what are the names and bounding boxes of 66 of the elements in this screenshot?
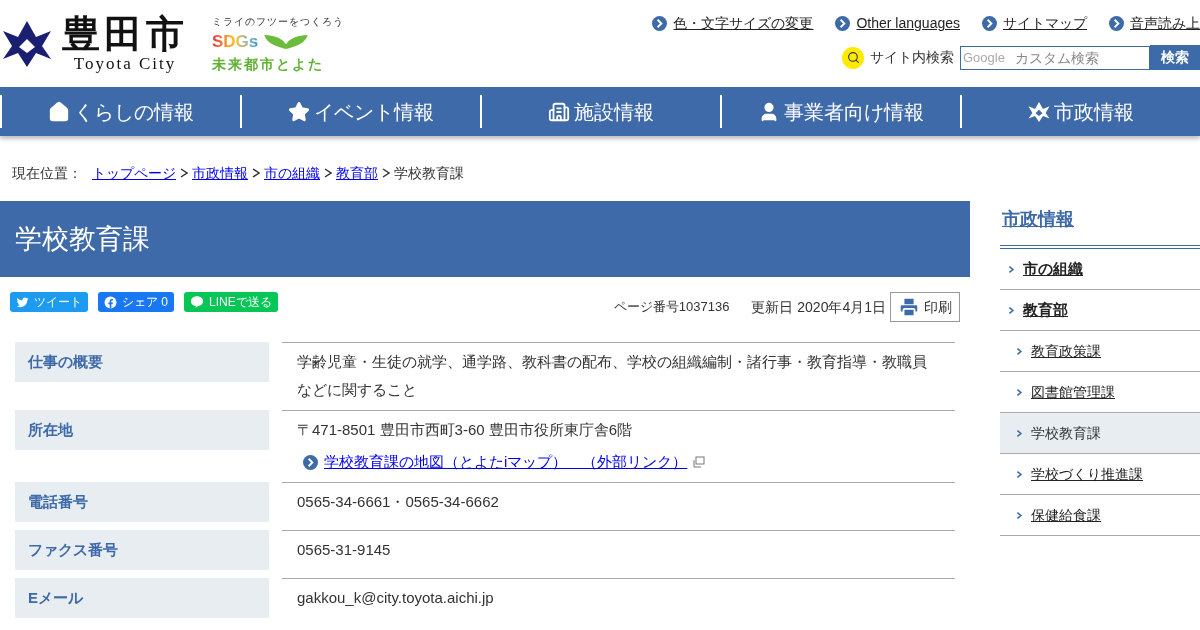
external-window-icon xyxy=(693,456,706,468)
breadcrumb-label: 現在位置： xyxy=(12,163,82,183)
utility-link[interactable]: サイトマップ xyxy=(982,13,1087,34)
breadcrumb-link[interactable]: 市の組織 xyxy=(264,162,320,184)
row-label: Eメール xyxy=(15,578,269,618)
logo-subtitle: Toyota City xyxy=(73,53,177,74)
logo-title: 豊田市 xyxy=(62,13,188,54)
row-value: gakkou_k@city.toyota.aichi.jp xyxy=(297,588,495,608)
row-label: 仕事の概要 xyxy=(15,342,269,382)
arrow-circle-icon xyxy=(652,16,668,31)
breadcrumb-link[interactable]: 教育部 xyxy=(336,162,378,184)
row-value: 0565-34-6661・0565-34-6662 xyxy=(297,492,500,512)
row-value: 学齢児童・生徒の就学、通学路、教科書の配布、学校の組織編制・諸行事・教育指導・教職員などに関すること xyxy=(297,352,928,400)
arrow-circle-icon xyxy=(1109,16,1124,31)
breadcrumb-link[interactable]: 市政情報 xyxy=(192,162,248,184)
search-brand: Google xyxy=(963,49,1005,66)
row-value: 〒471-8501 豊田市西町3-60 豊田市役所東庁舎6階 xyxy=(297,420,634,440)
search-button[interactable]: 検索 xyxy=(1150,45,1200,70)
arrow-circle-icon xyxy=(303,454,318,470)
search-label: サイト内検索 xyxy=(870,48,954,67)
row-label: 電話番号 xyxy=(15,482,269,522)
chevron-icon xyxy=(1008,305,1015,315)
arrow-circle-icon xyxy=(835,16,851,31)
bird-icon xyxy=(16,295,29,309)
chevron-icon xyxy=(1016,510,1023,520)
nav-tab[interactable]: くらしの情報 xyxy=(0,95,240,128)
separator-icon xyxy=(180,168,188,178)
row-label: ファクス番号 xyxy=(15,530,269,570)
chevron-icon xyxy=(1016,428,1023,438)
building-icon xyxy=(548,100,570,123)
sdgs-tagline: ミライのフツーをつくろう xyxy=(212,14,344,29)
page-number: ページ番号1037136 xyxy=(613,298,730,317)
sprout-icon xyxy=(264,33,309,50)
facebook-icon xyxy=(104,295,117,309)
map-link[interactable]: 学校教育課の地図（とよたiマップ） （外部リンク） xyxy=(324,448,688,476)
chevron-icon xyxy=(1016,469,1023,479)
row-value: 0565-31-9145 xyxy=(297,540,392,560)
search-icon xyxy=(846,51,860,64)
chevron-icon xyxy=(1008,264,1015,274)
speech-bubble-icon xyxy=(190,295,204,309)
nav-tab[interactable]: 施設情報 xyxy=(480,95,720,128)
breadcrumb-current: 学校教育課 xyxy=(394,163,464,183)
star-icon xyxy=(288,100,310,123)
printer-icon xyxy=(898,296,920,318)
updated-date: 更新日 2020年4月1日 xyxy=(751,297,886,317)
nav-tab[interactable]: イベント情報 xyxy=(240,95,480,128)
nav-tab[interactable]: 市政情報 xyxy=(960,95,1200,128)
house-icon xyxy=(48,100,70,123)
separator-icon xyxy=(382,168,390,178)
chevron-icon xyxy=(1016,387,1023,397)
arrow-circle-icon xyxy=(982,16,997,31)
utility-link[interactable]: 色・文字サイズの変更 xyxy=(652,13,814,34)
emblem-icon xyxy=(1028,100,1050,123)
share-button[interactable]: シェア 0 xyxy=(98,292,174,312)
nav-tab[interactable]: 事業者向け情報 xyxy=(720,95,960,128)
print-button[interactable]: 印刷 xyxy=(890,292,960,322)
page-title: 学校教育課 xyxy=(0,201,970,277)
sidebar-item[interactable]: 学校教育課 xyxy=(1000,413,1200,454)
sdgs-caption: 未来都市とよた xyxy=(212,55,325,75)
row-label: 所在地 xyxy=(15,410,269,450)
utility-link[interactable]: 音声読み上 xyxy=(1109,13,1200,34)
utility-link[interactable]: Other languages xyxy=(835,13,960,34)
chevron-icon xyxy=(1016,346,1023,356)
separator-icon xyxy=(324,168,332,178)
separator-icon xyxy=(252,168,260,178)
breadcrumb-link[interactable]: トップページ xyxy=(92,162,176,184)
